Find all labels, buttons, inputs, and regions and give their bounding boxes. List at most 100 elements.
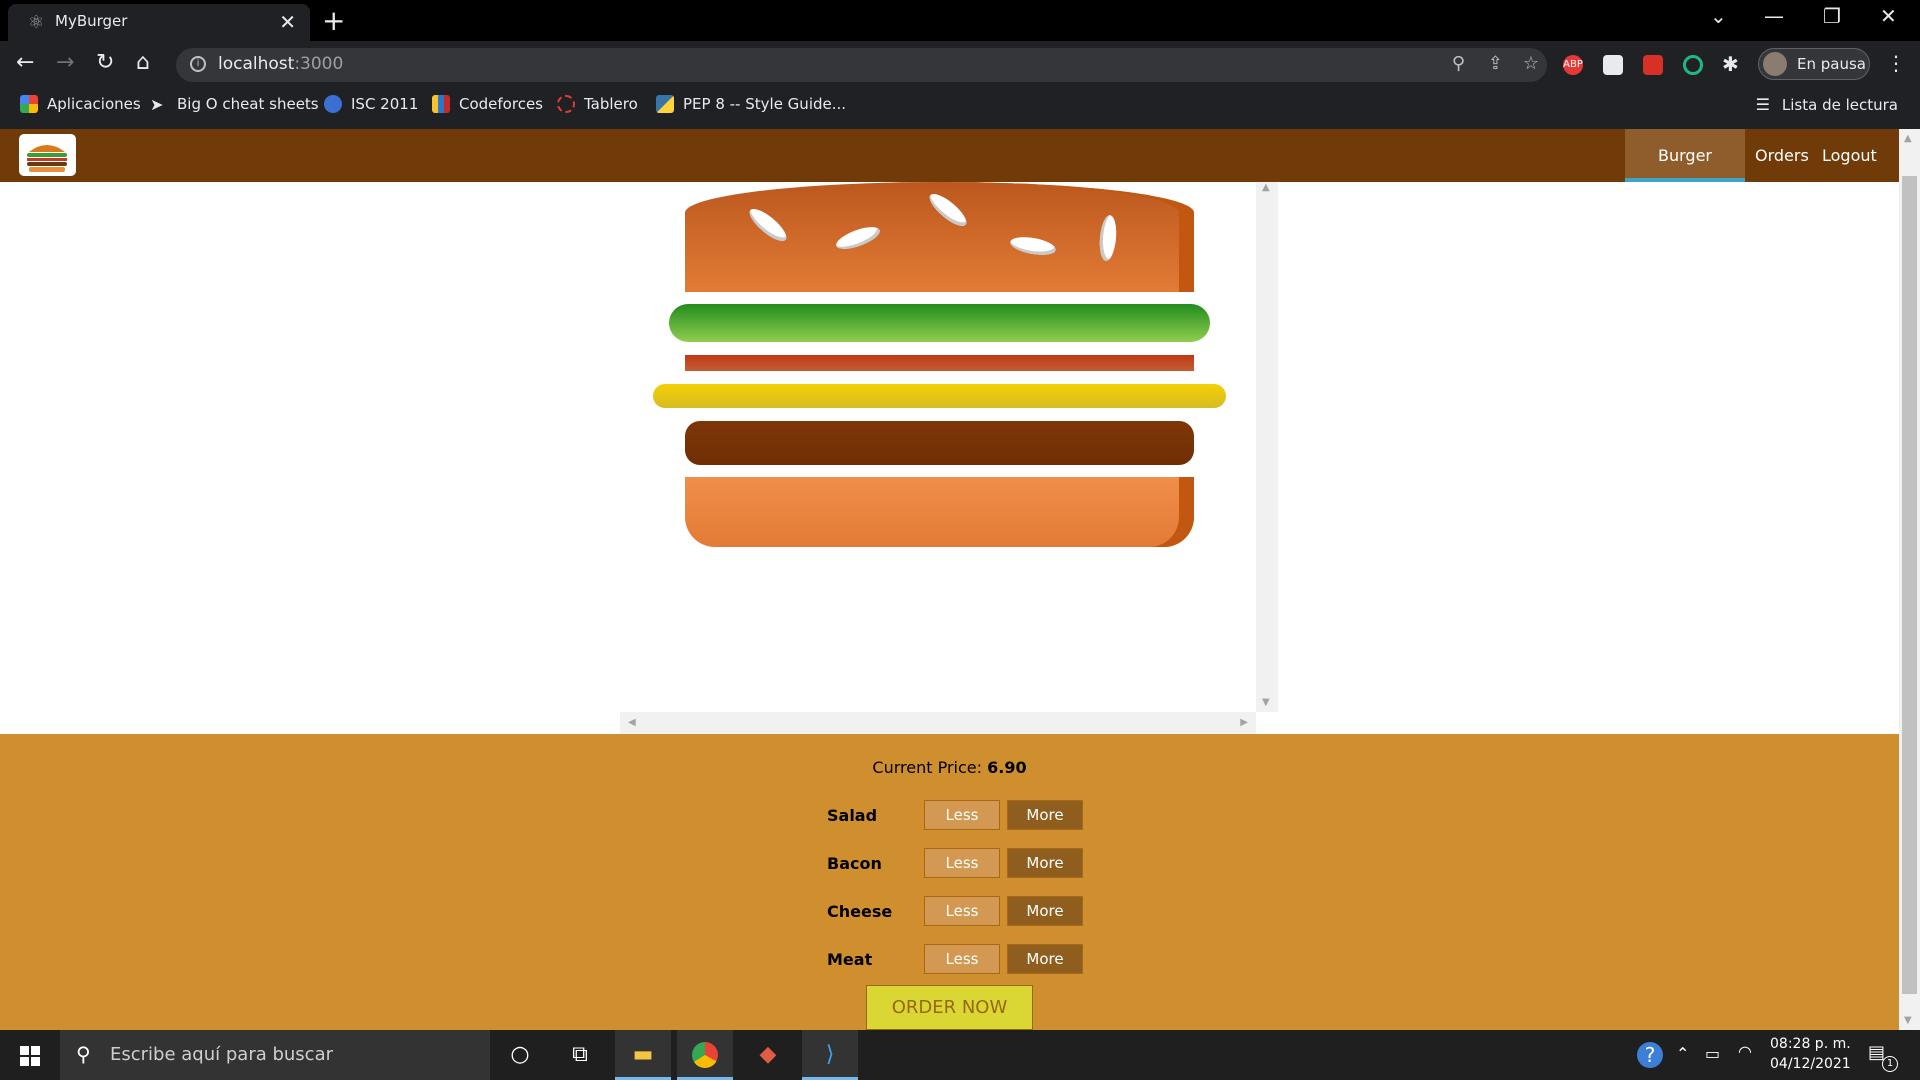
browser-tab[interactable]: ⚛ MyBurger ✕ (8, 4, 310, 41)
task-view-icon[interactable]: ⧉ (552, 1030, 608, 1080)
order-now-button[interactable]: ORDER NOW (866, 985, 1033, 1030)
apps-grid-icon (20, 95, 38, 113)
bookmarks-bar: Aplicaciones ➤ Big O cheat sheets ISC 20… (0, 87, 1920, 129)
cheese-less-button[interactable]: Less (924, 896, 1000, 926)
home-icon[interactable]: ⌂ (136, 50, 150, 75)
new-tab-icon[interactable]: + (322, 4, 345, 37)
chrome-icon[interactable] (677, 1030, 733, 1080)
tab-search-icon[interactable]: ⌄ (1710, 4, 1727, 28)
scroll-down-icon[interactable]: ▼ (1262, 697, 1270, 708)
zoom-icon[interactable]: ⚲ (1452, 53, 1465, 74)
seed (925, 189, 971, 231)
reload-icon[interactable]: ↻ (96, 50, 114, 75)
salad (669, 304, 1210, 342)
burger-vertical-scrollbar[interactable]: ▲ ▼ (1256, 182, 1278, 712)
vscode-icon[interactable]: ⟩ (802, 1030, 858, 1080)
taskbar-clock[interactable]: 08:28 p. m. 04/12/2021 (1770, 1034, 1851, 1074)
cheese-more-button[interactable]: More (1007, 896, 1083, 926)
scroll-up-icon[interactable]: ▲ (1262, 182, 1270, 193)
control-row-meat: Meat Less More (827, 944, 1083, 974)
url-text: localhost:3000 (218, 54, 344, 74)
grammar-extension-icon[interactable] (1683, 55, 1703, 75)
bookmark-tablero[interactable]: Tablero (557, 95, 638, 113)
control-row-bacon: Bacon Less More (827, 848, 1083, 878)
bookmark-big-o[interactable]: ➤ Big O cheat sheets (150, 95, 319, 114)
burger-horizontal-scrollbar[interactable]: ◀ ▶ (620, 712, 1256, 734)
tab-title: MyBurger (55, 12, 128, 30)
bookmark-codeforces[interactable]: Codeforces (432, 95, 543, 113)
tablero-icon (557, 95, 575, 113)
bookmark-isc[interactable]: ISC 2011 (324, 95, 418, 113)
close-window-icon[interactable]: ✕ (1880, 4, 1897, 28)
share-icon[interactable]: ⇪ (1488, 53, 1503, 74)
seed (1008, 234, 1058, 258)
bacon-more-button[interactable]: More (1007, 848, 1083, 878)
browser-menu-icon[interactable]: ⋮ (1886, 51, 1906, 75)
help-icon[interactable]: ? (1637, 1042, 1663, 1068)
bookmark-apps[interactable]: Aplicaciones (20, 95, 141, 113)
browser-toolbar: ← → ↻ ⌂ i localhost:3000 ⚲ ⇪ ☆ ABP ✱ En … (0, 41, 1920, 87)
git-icon[interactable]: ◆ (740, 1030, 796, 1080)
python-icon (656, 95, 674, 113)
control-label: Meat (827, 949, 873, 969)
show-hidden-icons[interactable]: ⌃ (1676, 1044, 1689, 1063)
current-price: Current Price: 6.90 (872, 758, 1027, 777)
page-scroll-thumb[interactable] (1902, 176, 1917, 994)
extensions-puzzle-icon[interactable]: ✱ (1722, 52, 1739, 76)
burger-logo-icon (27, 145, 67, 172)
salad-more-button[interactable]: More (1007, 800, 1083, 830)
windows-start-icon[interactable] (20, 1046, 40, 1066)
page-scroll-up-icon[interactable]: ▲ (1904, 133, 1912, 144)
bread-bottom (685, 477, 1194, 547)
meat-less-button[interactable]: Less (924, 944, 1000, 974)
codeforces-icon (432, 95, 450, 113)
burger-logo[interactable] (19, 134, 76, 176)
control-label: Salad (827, 805, 878, 825)
control-label: Bacon (827, 853, 882, 873)
file-explorer-icon[interactable]: ▬ (615, 1030, 671, 1080)
bacon (685, 355, 1194, 371)
page-scroll-down-icon[interactable]: ▼ (1904, 1015, 1912, 1026)
reading-list-button[interactable]: ☰ Lista de lectura (1756, 95, 1898, 114)
meat-more-button[interactable]: More (1007, 944, 1083, 974)
globe-icon (324, 95, 342, 113)
minimize-icon[interactable]: — (1764, 4, 1784, 28)
seed (1098, 214, 1118, 262)
restore-icon[interactable]: ❐ (1823, 4, 1841, 28)
arrow-icon: ➤ (150, 95, 164, 114)
adblock-extension-icon[interactable]: ABP (1563, 55, 1583, 75)
site-info-icon[interactable]: i (190, 56, 206, 72)
avatar (1763, 52, 1787, 76)
address-bar[interactable]: i localhost:3000 ⚲ ⇪ ☆ (176, 48, 1547, 82)
control-row-salad: Salad Less More (827, 800, 1083, 830)
bacon-less-button[interactable]: Less (924, 848, 1000, 878)
forward-icon[interactable]: → (56, 50, 74, 75)
seed (745, 204, 791, 246)
reading-list-icon: ☰ (1755, 95, 1770, 114)
back-icon[interactable]: ← (16, 50, 34, 75)
taskbar-search[interactable]: ⚲ Escribe aquí para buscar (60, 1030, 490, 1080)
notification-count-badge: 1 (1882, 1056, 1898, 1072)
nav-burger-builder[interactable]: Burger Builder (1625, 129, 1745, 218)
bookmark-star-icon[interactable]: ☆ (1523, 53, 1539, 74)
react-icon: ⚛ (28, 12, 45, 33)
browser-title-bar: ⚛ MyBurger ✕ + ⌄ — ❐ ✕ (0, 0, 1920, 41)
profile-button[interactable]: En pausa (1758, 48, 1870, 80)
extension-icon[interactable] (1643, 55, 1663, 75)
seed (833, 222, 883, 254)
scroll-left-icon[interactable]: ◀ (628, 717, 636, 728)
cortana-icon[interactable]: ○ (492, 1030, 548, 1080)
close-tab-icon[interactable]: ✕ (279, 10, 296, 34)
cheese (653, 384, 1226, 408)
battery-icon[interactable]: ▭ (1705, 1044, 1720, 1063)
nav-logout[interactable]: Logout (1812, 129, 1887, 182)
meat (685, 421, 1194, 465)
search-icon: ⚲ (76, 1042, 91, 1066)
nav-orders[interactable]: Orders (1745, 129, 1819, 182)
salad-less-button[interactable]: Less (924, 800, 1000, 830)
bookmark-pep8[interactable]: PEP 8 -- Style Guide... (656, 95, 846, 113)
document-extension-icon[interactable] (1603, 55, 1623, 75)
wifi-icon[interactable]: ◠ (1738, 1042, 1752, 1061)
price-value: 6.90 (987, 758, 1027, 777)
scroll-right-icon[interactable]: ▶ (1240, 717, 1248, 728)
